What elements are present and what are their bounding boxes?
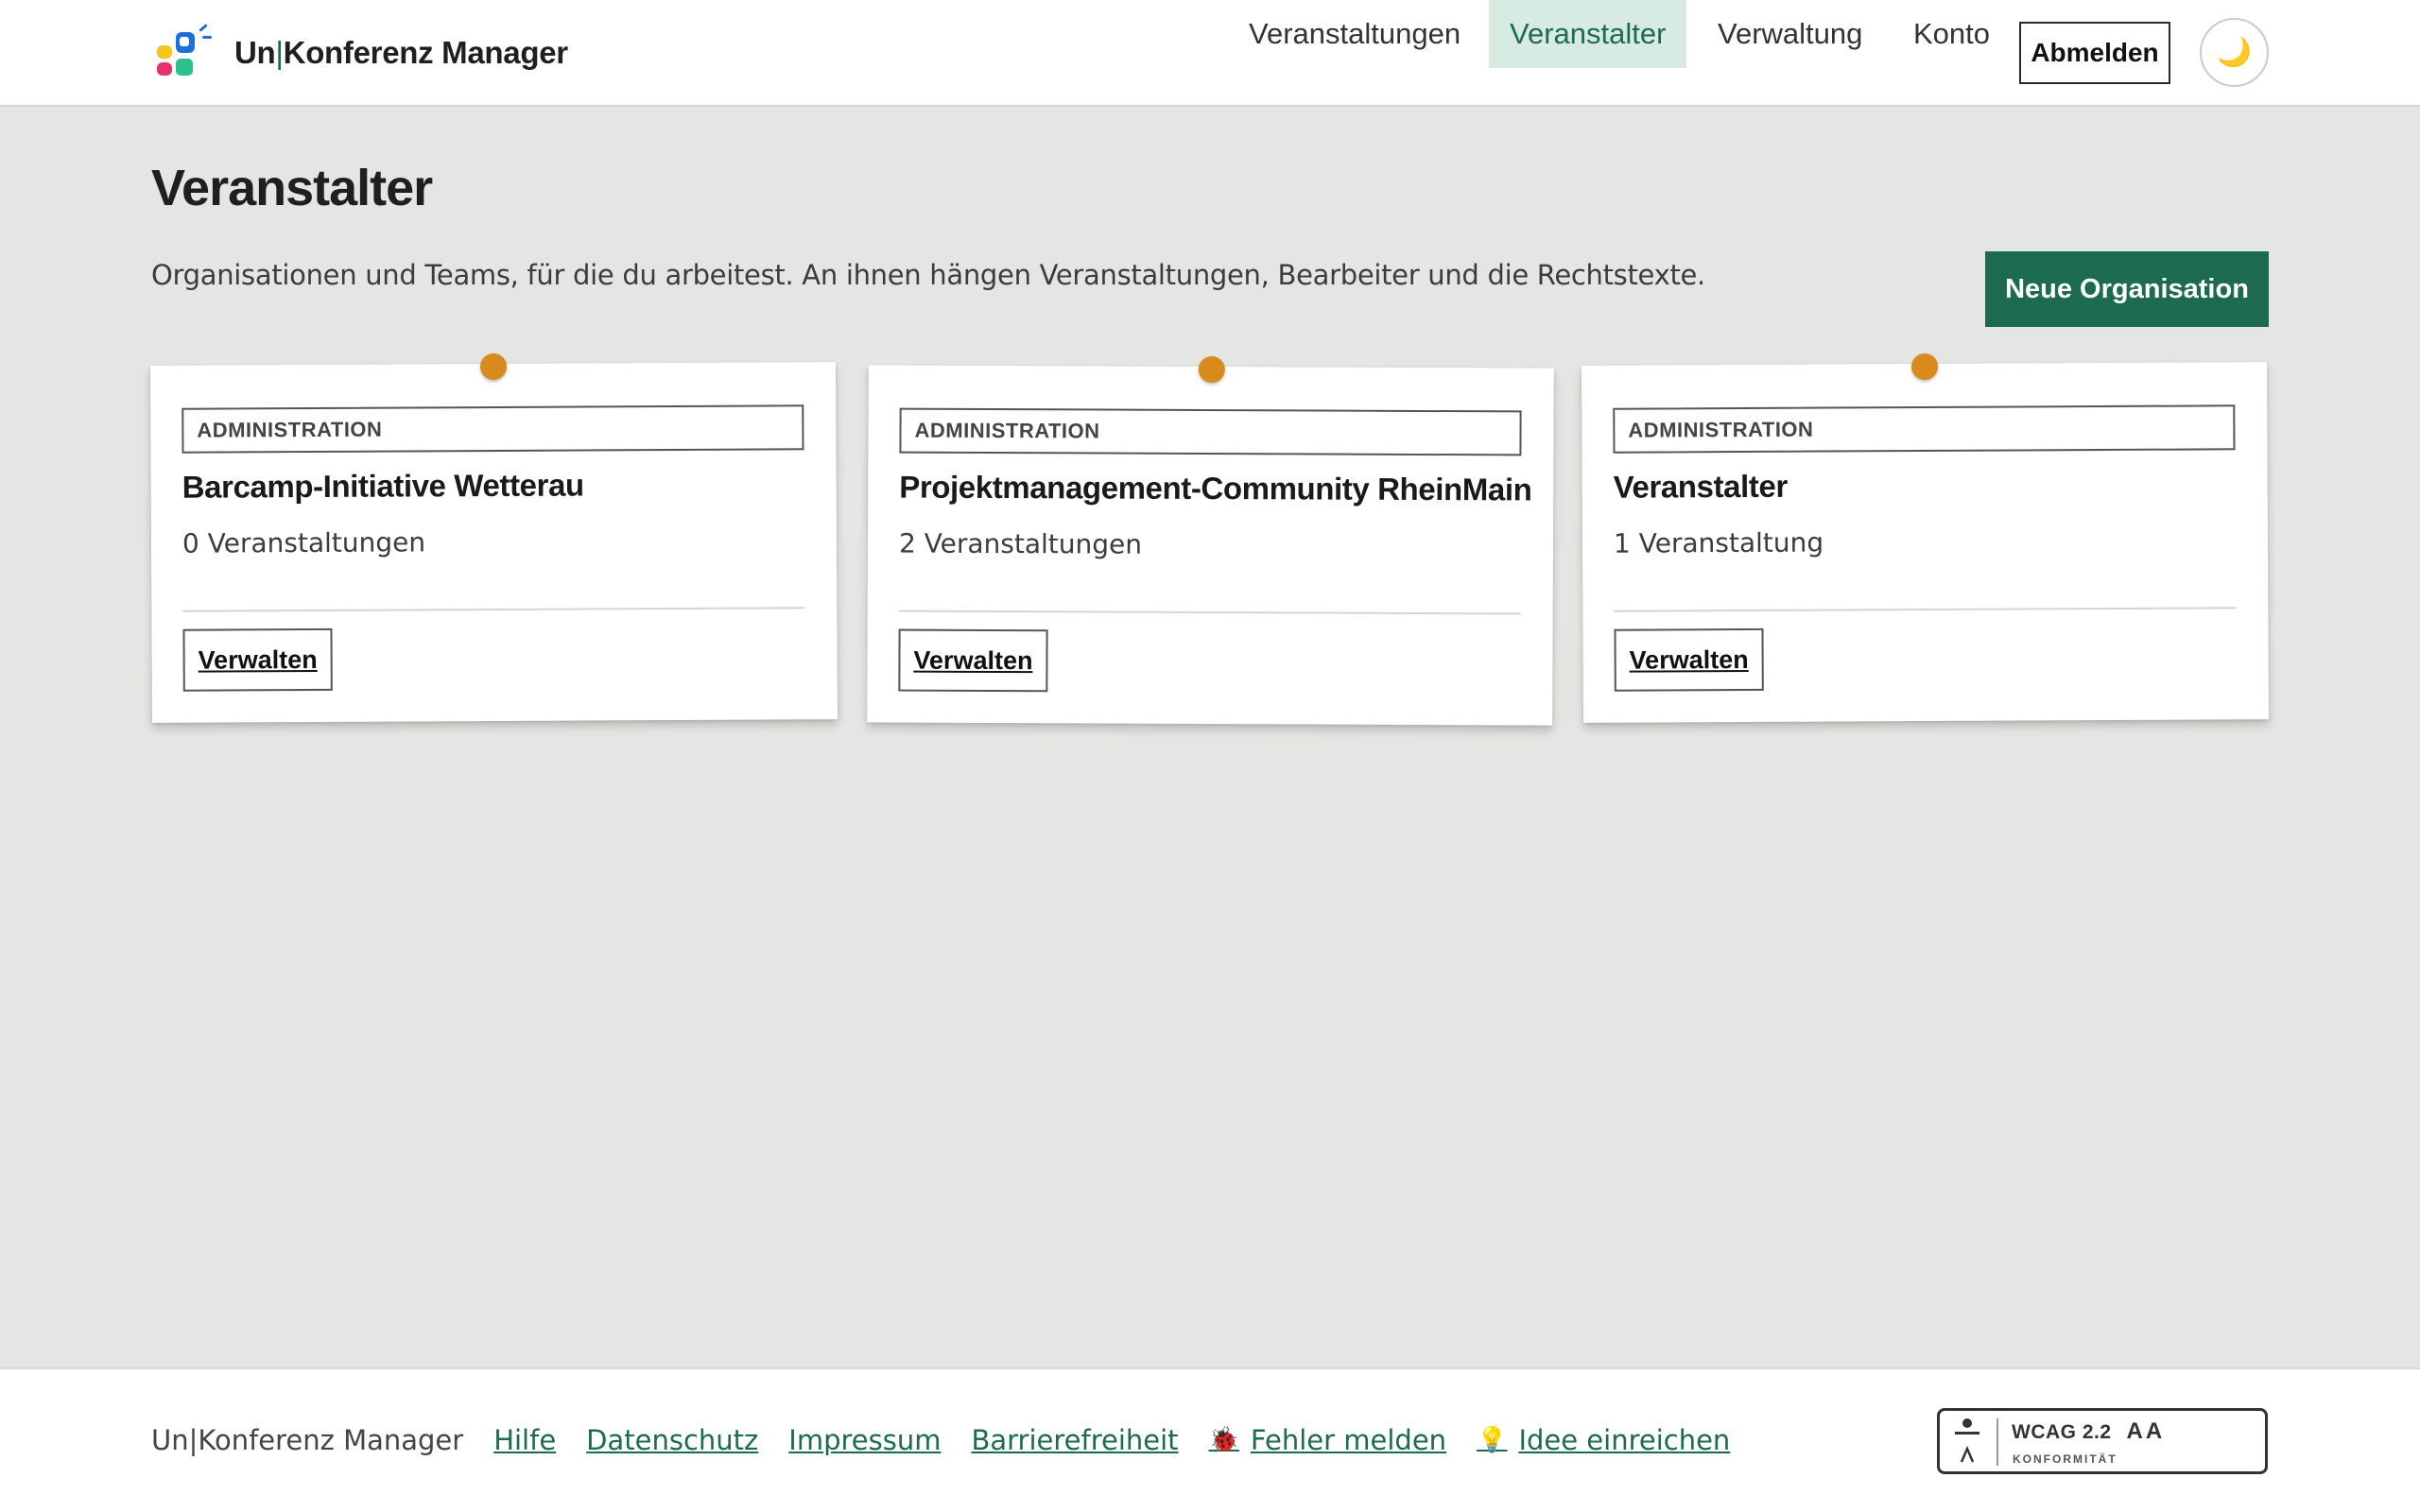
wcag-title: WCAG 2.2 AA <box>2012 1418 2166 1444</box>
event-count: 1 Veranstaltung <box>1613 526 1824 559</box>
card-divider <box>898 610 1521 615</box>
wcag-badge: WCAG 2.2 AA KONFORMITÄT <box>1937 1408 2268 1474</box>
moon-icon: 🌙 <box>2216 37 2253 68</box>
footer-link-help[interactable]: Hilfe <box>493 1424 556 1456</box>
role-badge: ADMINISTRATION <box>182 404 804 454</box>
footer-links: Un|Konferenz Manager Hilfe Datenschutz I… <box>151 1424 1760 1456</box>
new-organization-button[interactable]: Neue Organisation <box>1985 251 2269 327</box>
footer-link-submit-idea[interactable]: 💡 Idee einreichen <box>1477 1424 1730 1456</box>
lightbulb-icon: 💡 <box>1477 1426 1508 1454</box>
role-badge: ADMINISTRATION <box>899 407 1522 456</box>
footer-link-privacy[interactable]: Datenschutz <box>586 1424 758 1456</box>
org-name: Veranstalter <box>1613 468 1788 505</box>
app-logo-icon <box>151 23 216 83</box>
footer-link-imprint[interactable]: Impressum <box>788 1424 941 1456</box>
app-name: Un|Konferenz Manager <box>234 35 568 70</box>
card-divider <box>1614 607 2237 612</box>
org-card: ADMINISTRATION Projektmanagement-Communi… <box>867 355 1554 726</box>
card-divider <box>182 607 805 612</box>
org-name: Projektmanagement-Community RheinMain <box>899 469 1532 507</box>
footer-link-accessibility[interactable]: Barrierefreiheit <box>971 1424 1178 1456</box>
theme-toggle-button[interactable]: 🌙 <box>2200 18 2269 87</box>
manage-button[interactable]: Verwalten <box>1614 627 1764 692</box>
wcag-conformance-label: KONFORMITÄT <box>2013 1452 2118 1466</box>
event-count: 2 Veranstaltungen <box>898 527 1143 560</box>
badge-divider <box>1996 1418 1998 1466</box>
nav-item-konto[interactable]: Konto <box>1893 0 2011 68</box>
pin-icon <box>1198 355 1225 384</box>
nav-item-veranstalter[interactable]: Veranstalter <box>1489 0 1687 68</box>
top-bar: Un|Konferenz Manager Veranstaltungen Ver… <box>0 0 2420 107</box>
org-card: ADMINISTRATION Veranstalter 1 Veranstalt… <box>1582 352 2269 723</box>
page-title: Veranstalter <box>151 160 433 216</box>
brand-home-link[interactable]: Un|Konferenz Manager <box>151 23 568 83</box>
accessibility-icon <box>1955 1418 1979 1463</box>
pin-icon <box>1910 352 1938 381</box>
manage-button[interactable]: Verwalten <box>182 627 333 692</box>
footer: Un|Konferenz Manager Hilfe Datenschutz I… <box>0 1367 2420 1512</box>
nav-item-verwaltung[interactable]: Verwaltung <box>1697 0 1883 68</box>
role-badge: ADMINISTRATION <box>1613 404 2236 454</box>
org-name: Barcamp-Initiative Wetterau <box>182 467 584 505</box>
manage-button[interactable]: Verwalten <box>898 628 1048 693</box>
footer-link-report-bug[interactable]: 🐞 Fehler melden <box>1209 1424 1447 1456</box>
footer-brand: Un|Konferenz Manager <box>151 1424 464 1456</box>
page-description: Organisationen und Teams, für die du arb… <box>151 259 1705 291</box>
nav-item-veranstaltungen[interactable]: Veranstaltungen <box>1228 0 1481 68</box>
org-card: ADMINISTRATION Barcamp-Initiative Wetter… <box>150 352 838 723</box>
bug-icon: 🐞 <box>1208 1426 1239 1454</box>
logout-button[interactable]: Abmelden <box>2019 22 2170 84</box>
pin-icon <box>479 352 507 381</box>
event-count: 0 Veranstaltungen <box>182 526 426 559</box>
